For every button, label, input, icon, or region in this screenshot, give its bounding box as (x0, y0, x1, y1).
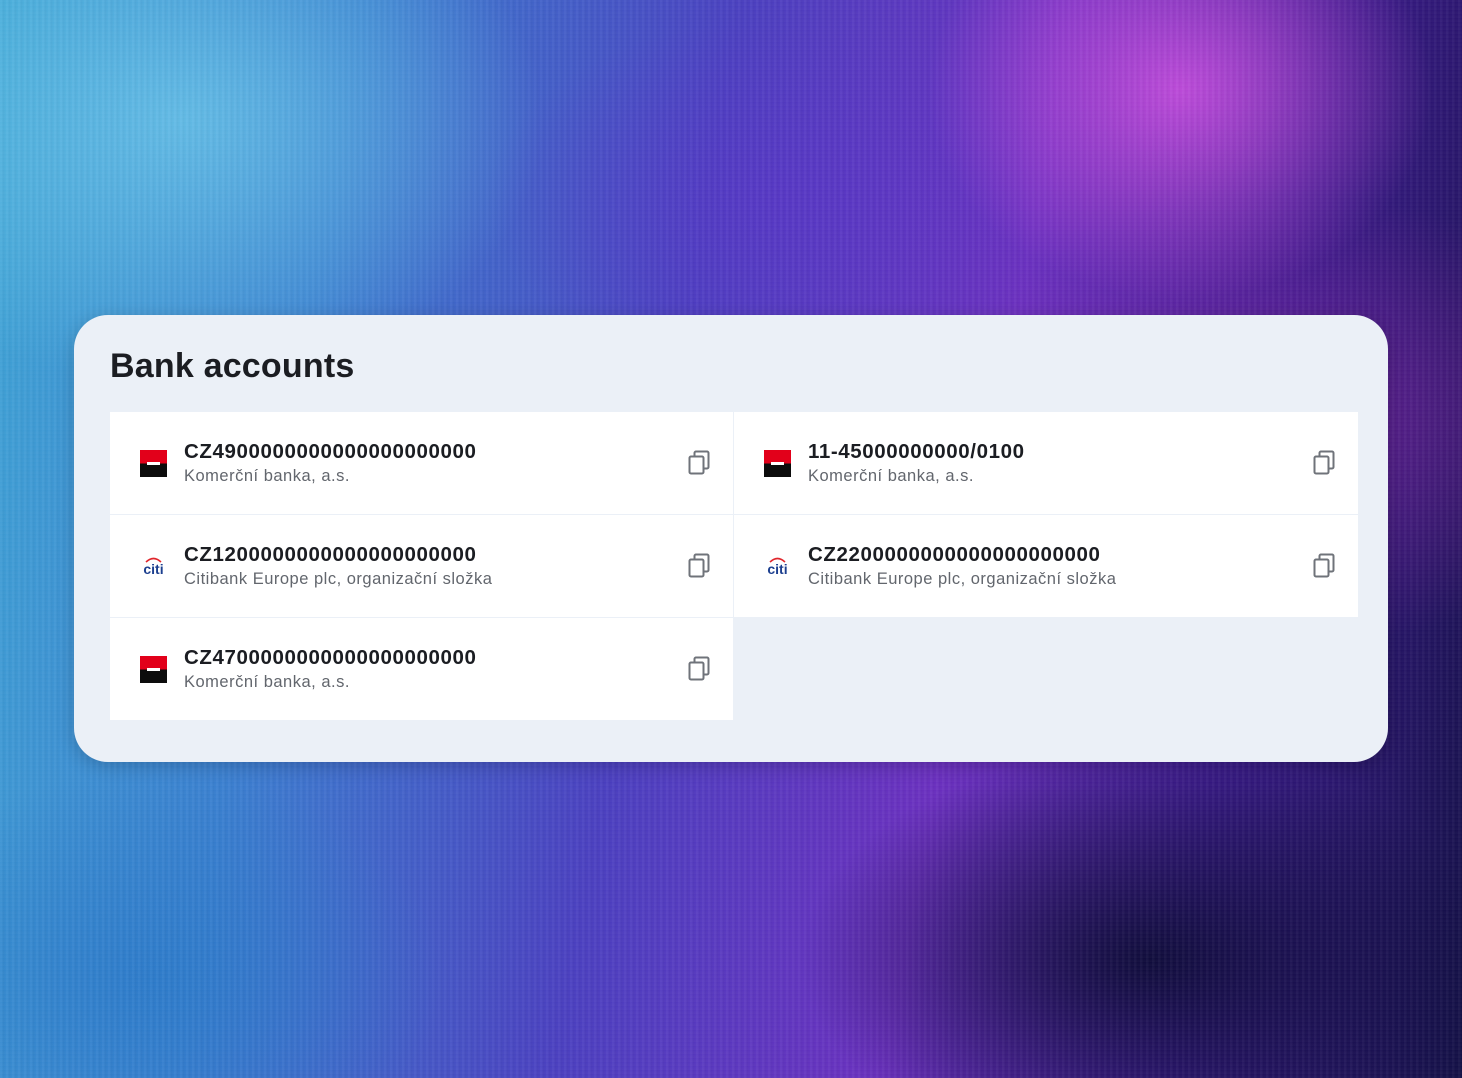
citi-logo-icon: citi (764, 555, 791, 577)
bank-name: Citibank Europe plc, organizační složka (184, 570, 493, 588)
copy-icon (687, 553, 711, 579)
bank-name: Citibank Europe plc, organizační složka (808, 570, 1117, 588)
account-item: CZ4700000000000000000000 Komerční banka,… (110, 618, 733, 720)
copy-button[interactable] (687, 553, 711, 579)
copy-icon (687, 450, 711, 476)
svg-text:citi: citi (143, 561, 163, 577)
copy-icon (687, 656, 711, 682)
bank-name: Komerční banka, a.s. (808, 467, 974, 485)
account-item: CZ4900000000000000000000 Komerční banka,… (110, 412, 733, 514)
account-number: 11-45000000000/0100 (808, 440, 1025, 463)
copy-button[interactable] (1312, 450, 1336, 476)
kb-logo-icon (140, 656, 167, 683)
bank-name: Komerční banka, a.s. (184, 673, 350, 691)
account-item: citi CZ1200000000000000000000 Citibank E… (110, 515, 733, 617)
citi-logo-icon: citi (140, 555, 167, 577)
copy-button[interactable] (687, 656, 711, 682)
account-number: CZ2200000000000000000000 (808, 543, 1101, 566)
copy-button[interactable] (1312, 553, 1336, 579)
svg-text:citi: citi (767, 561, 787, 577)
card-title: Bank accounts (110, 347, 355, 385)
account-item: citi CZ2200000000000000000000 Citibank E… (734, 515, 1358, 617)
kb-logo-icon (764, 450, 791, 477)
account-number: CZ4700000000000000000000 (184, 646, 477, 669)
account-number: CZ1200000000000000000000 (184, 543, 477, 566)
account-number: CZ4900000000000000000000 (184, 440, 477, 463)
copy-icon (1312, 450, 1336, 476)
accounts-grid: CZ4900000000000000000000 Komerční banka,… (110, 412, 1358, 720)
bank-name: Komerční banka, a.s. (184, 467, 350, 485)
bank-accounts-card: Bank accounts CZ4900000000000000000000 K… (74, 315, 1388, 762)
account-item: 11-45000000000/0100 Komerční banka, a.s. (734, 412, 1358, 514)
copy-button[interactable] (687, 450, 711, 476)
copy-icon (1312, 553, 1336, 579)
kb-logo-icon (140, 450, 167, 477)
